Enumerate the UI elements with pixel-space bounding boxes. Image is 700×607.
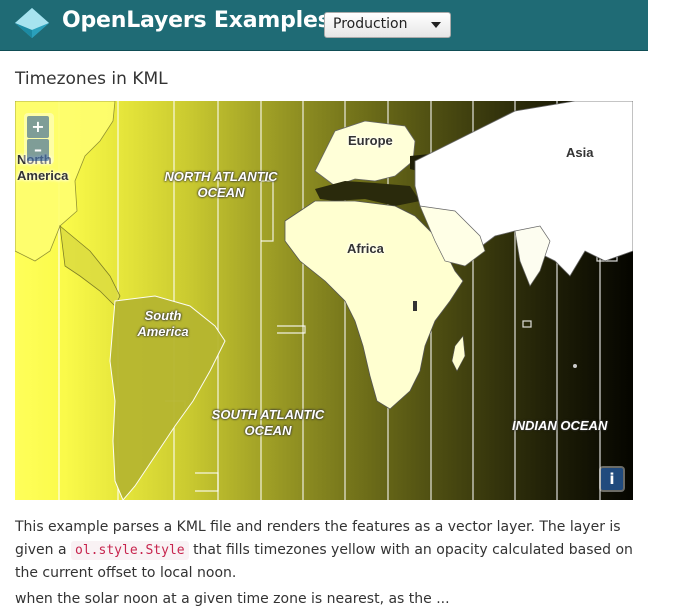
map-label-south-atlantic: SOUTH ATLANTIC OCEAN [211, 407, 325, 438]
version-select[interactable]: Production [324, 12, 451, 38]
openlayers-logo-icon[interactable] [13, 6, 51, 44]
zoom-control: + – [24, 113, 54, 164]
timezone-map-graphic [15, 101, 633, 500]
map-label-africa: Africa [347, 241, 384, 256]
info-icon: i [601, 468, 623, 490]
code-snippet: ol.style.Style [71, 541, 189, 560]
zoom-out-button[interactable]: – [27, 139, 49, 161]
attribution-button[interactable]: i [599, 466, 625, 492]
page-title: Timezones in KML [15, 69, 168, 89]
chevron-down-icon [431, 22, 441, 28]
example-description: This example parses a KML file and rende… [15, 516, 640, 585]
map-label-indian-ocean: INDIAN OCEAN [512, 418, 608, 433]
navbar: OpenLayers Examples Production [0, 0, 648, 51]
description-continued: when the solar noon at a given time zone… [15, 591, 450, 607]
zoom-in-button[interactable]: + [27, 116, 49, 138]
brand-title[interactable]: OpenLayers Examples [62, 8, 331, 33]
map-label-north-atlantic: NORTH ATLANTIC OCEAN [164, 169, 278, 200]
version-select-value: Production [333, 16, 408, 32]
map-label-europe: Europe [348, 133, 393, 148]
map-label-asia: Asia [566, 145, 594, 160]
map-label-south-america: South America [137, 308, 189, 339]
map-viewport[interactable]: North America NORTH ATLANTIC OCEAN Europ… [15, 101, 633, 500]
